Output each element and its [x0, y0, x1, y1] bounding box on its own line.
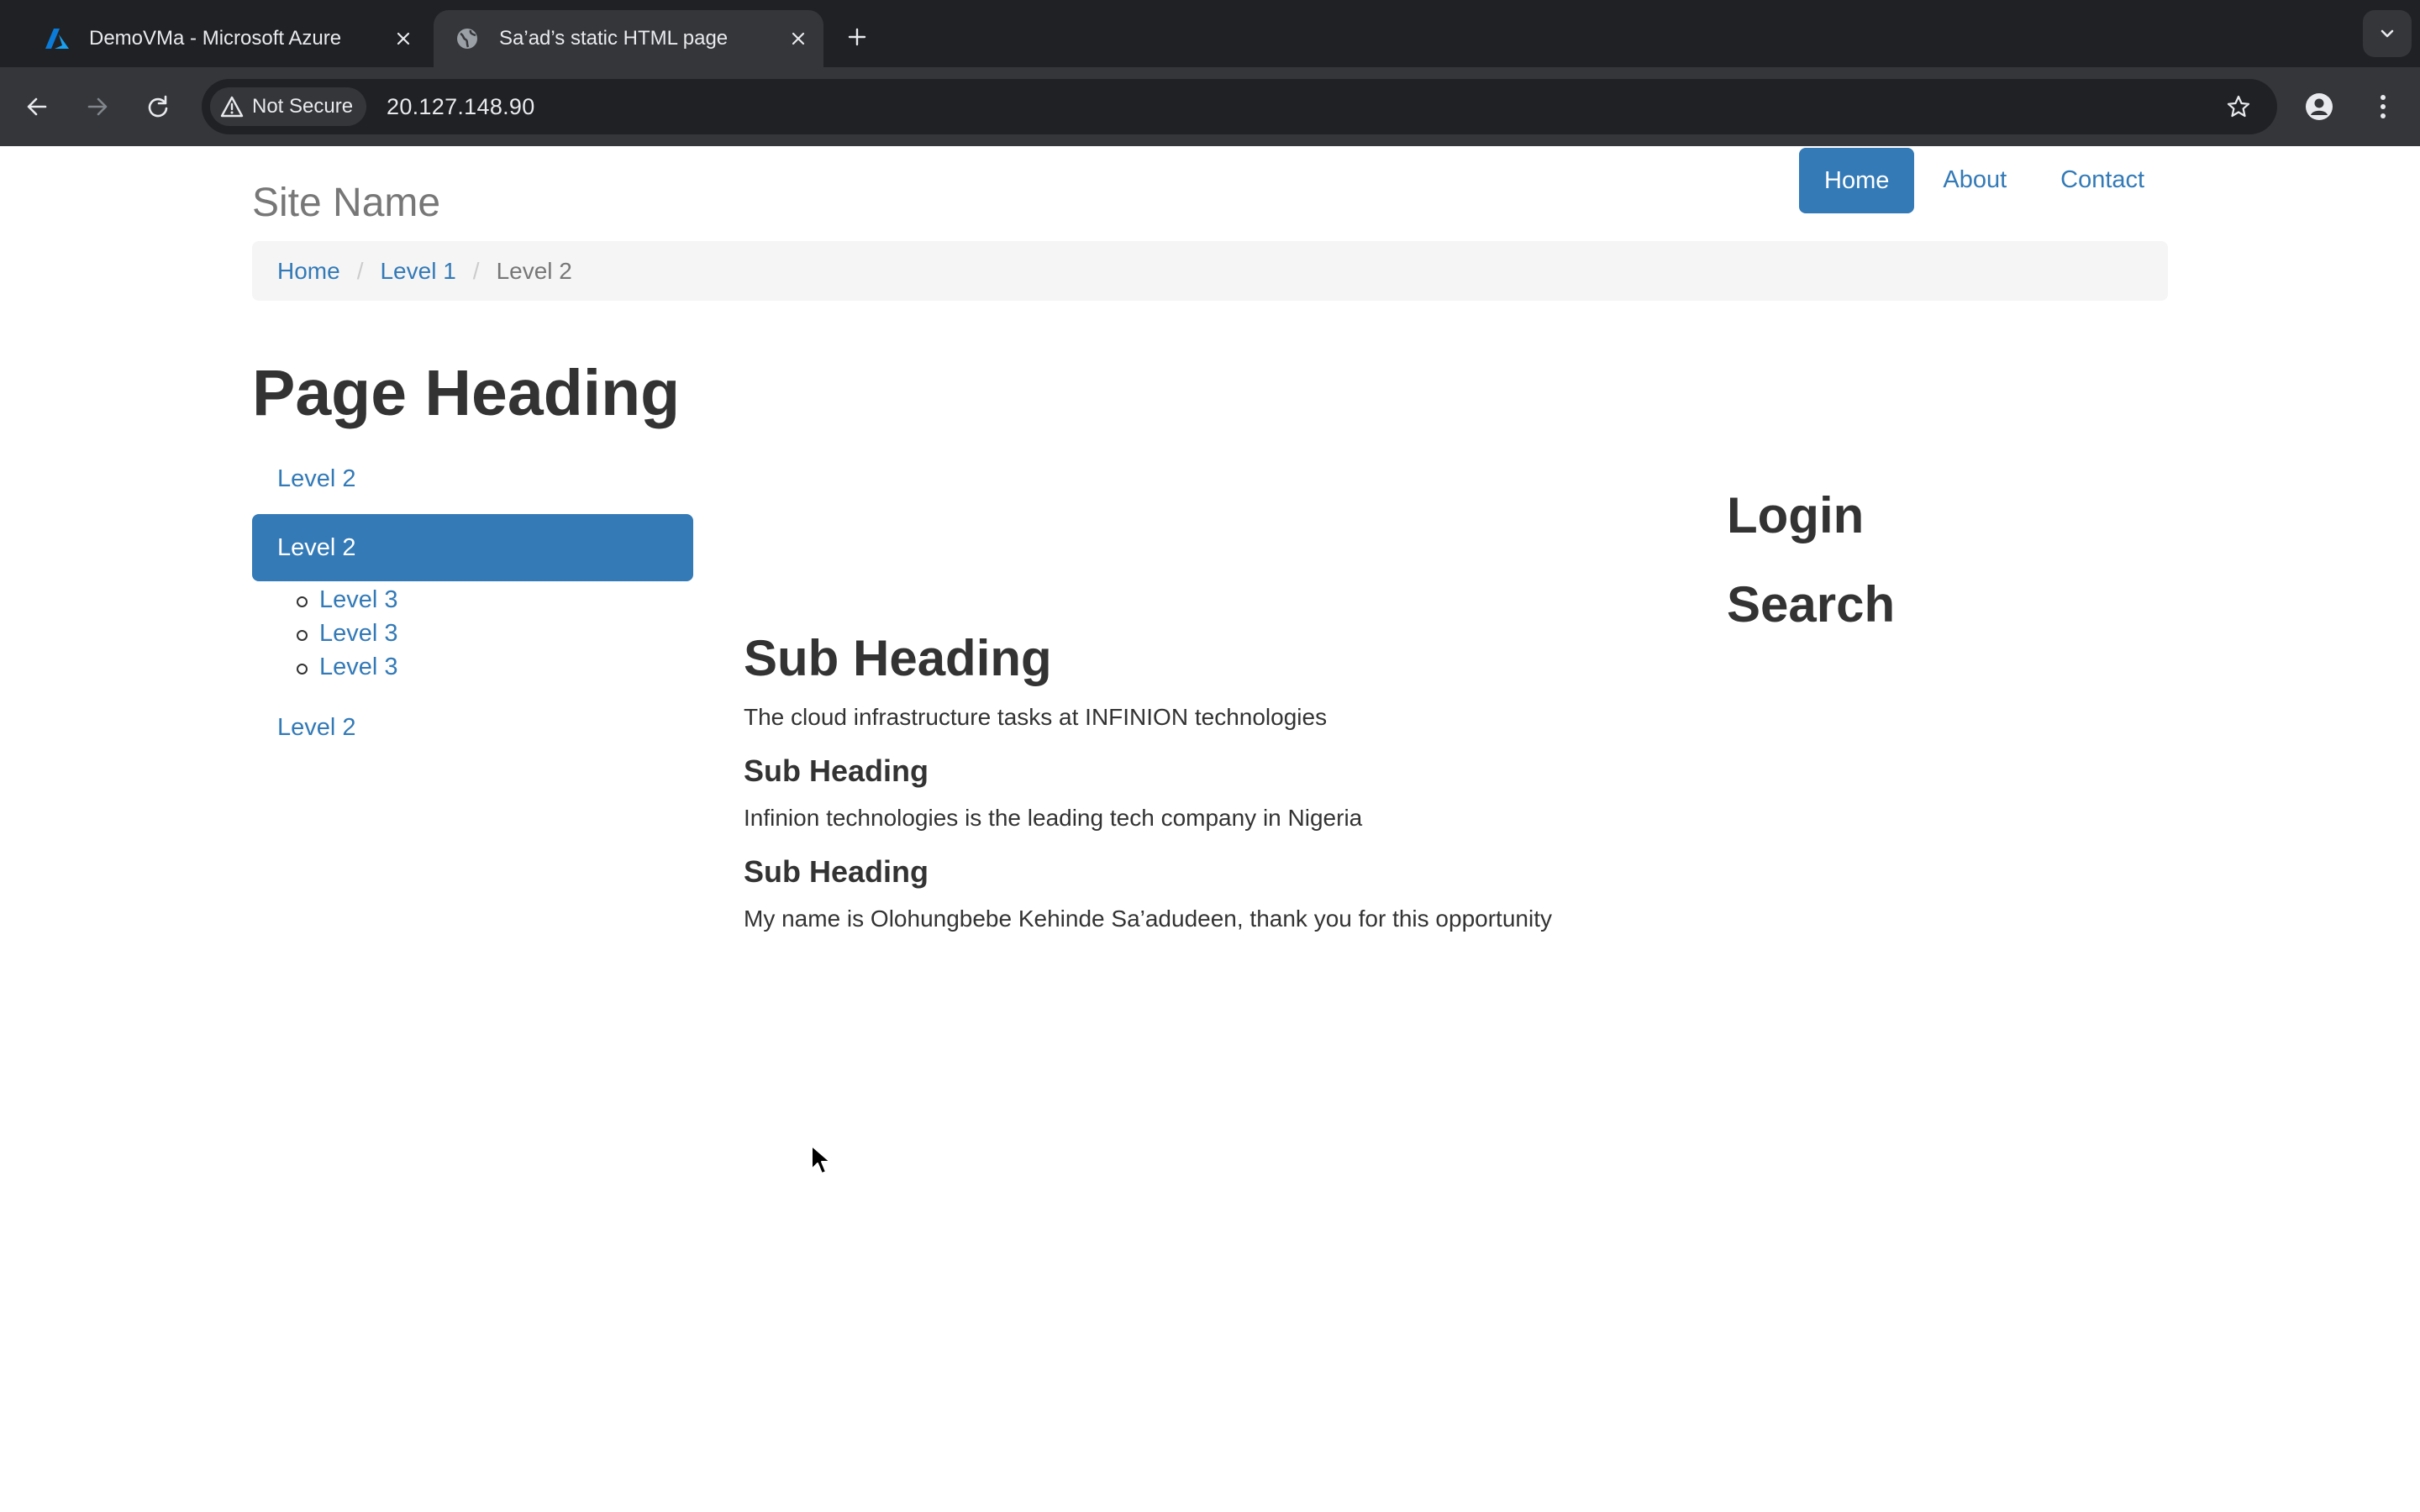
- search-heading: Search: [1727, 576, 1896, 633]
- sidenav-item-level-3[interactable]: Level 3: [319, 654, 398, 680]
- sidenav-item-level-3[interactable]: Level 3: [319, 586, 398, 613]
- breadcrumb-home[interactable]: Home: [277, 258, 340, 285]
- site-name[interactable]: Site Name: [252, 180, 440, 226]
- security-chip[interactable]: Not Secure: [210, 87, 367, 126]
- breadcrumb-separator: /: [356, 257, 364, 284]
- main-sub-heading: Sub Heading: [744, 630, 1052, 686]
- security-label: Not Secure: [252, 95, 354, 118]
- list-item: Level 3: [252, 583, 693, 617]
- close-tab-icon[interactable]: [387, 22, 420, 55]
- sidenav-item-level-2[interactable]: Level 2: [252, 459, 693, 514]
- page-title: Page Heading: [252, 357, 681, 429]
- breadcrumb-current: Level 2: [496, 257, 572, 284]
- sidenav-item-level-2-active[interactable]: Level 2: [252, 514, 693, 581]
- warning-icon: [220, 96, 244, 118]
- breadcrumb-separator: /: [472, 257, 480, 284]
- sidenav-item-level-2[interactable]: Level 2: [252, 694, 693, 761]
- list-item: Level 3: [252, 617, 693, 650]
- address-bar[interactable]: Not Secure 20.127.148.90: [202, 79, 2277, 134]
- close-tab-icon[interactable]: [781, 22, 815, 55]
- section-sub-heading: Sub Heading: [744, 753, 929, 788]
- browser-tab-azure[interactable]: DemoVMa - Microsoft Azure: [24, 10, 429, 67]
- nav-contact-link[interactable]: Contact: [2035, 146, 2170, 213]
- azure-icon: [44, 25, 71, 52]
- list-item: Level 3: [252, 650, 693, 684]
- sidenav-item-level-3[interactable]: Level 3: [319, 620, 398, 647]
- browser-tab-static-page[interactable]: Sa’ad’s static HTML page: [434, 10, 823, 67]
- profile-avatar-icon[interactable]: [2299, 87, 2339, 127]
- forward-arrow-icon[interactable]: [77, 87, 118, 127]
- tab-search-chevron-icon[interactable]: [2363, 10, 2412, 57]
- new-tab-icon[interactable]: [837, 17, 877, 57]
- nav-home-link[interactable]: Home: [1799, 148, 1915, 213]
- section-text: My name is Olohungbebe Kehinde Sa’adudee…: [744, 906, 1552, 932]
- page-viewport: Site Name Home About Contact Home / Leve…: [0, 146, 2420, 1512]
- main-intro-text: The cloud infrastructure tasks at INFINI…: [744, 704, 1328, 730]
- breadcrumb-level-1[interactable]: Level 1: [380, 258, 455, 285]
- tab-title: Sa’ad’s static HTML page: [499, 27, 729, 50]
- reload-icon[interactable]: [138, 87, 178, 127]
- breadcrumb: Home / Level 1 / Level 2: [252, 241, 2168, 301]
- nav-about-link[interactable]: About: [1914, 146, 2035, 213]
- mouse-cursor-icon: [811, 1145, 831, 1174]
- bookmark-star-icon[interactable]: [2218, 87, 2259, 127]
- tab-title: DemoVMa - Microsoft Azure: [89, 27, 342, 50]
- login-heading: Login: [1727, 487, 1865, 543]
- browser-tabstrip: DemoVMa - Microsoft Azure Sa’ad’s static…: [0, 0, 2420, 67]
- globe-icon: [454, 25, 481, 52]
- section-text: Infinion technologies is the leading tec…: [744, 805, 1363, 831]
- sidenav-sublist: Level 3 Level 3 Level 3: [252, 581, 693, 694]
- side-navigation: Level 2 Level 2 Level 3 Level 3 Level 3 …: [252, 459, 693, 761]
- back-arrow-icon[interactable]: [17, 87, 57, 127]
- section-sub-heading: Sub Heading: [744, 854, 929, 889]
- url-text[interactable]: 20.127.148.90: [387, 79, 535, 134]
- browser-toolbar: Not Secure 20.127.148.90: [0, 67, 2420, 146]
- kebab-menu-icon[interactable]: [2363, 87, 2403, 127]
- top-navigation: Home About Contact: [1799, 146, 2170, 213]
